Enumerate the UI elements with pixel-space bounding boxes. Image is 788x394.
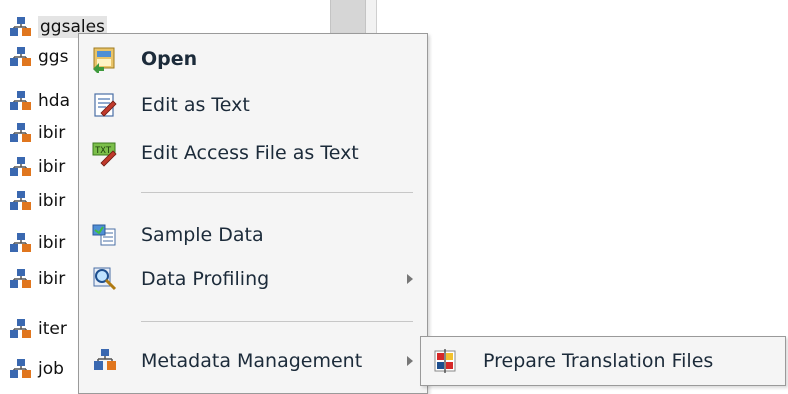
- menu-item-label: Open: [141, 48, 198, 70]
- menu-item-edit-as-text[interactable]: Edit as Text: [79, 85, 427, 125]
- menu-item-label: Data Profiling: [141, 268, 270, 290]
- tree-item-label: ibir: [38, 191, 66, 211]
- tree-item-label: ibir: [38, 233, 66, 253]
- synonym-node-icon: [8, 122, 34, 144]
- tree-item-label: ggs: [38, 47, 69, 67]
- tree-item[interactable]: ggs: [8, 42, 68, 72]
- synonym-node-icon: [8, 90, 34, 112]
- menu-item-label: Prepare Translation Files: [483, 350, 714, 372]
- synonym-node-icon: [8, 318, 34, 340]
- menu-item-label: Edit as Text: [141, 94, 250, 116]
- synonym-node-icon: [8, 232, 34, 254]
- sample-data-icon: [91, 221, 119, 249]
- menu-item-metadata-management[interactable]: Metadata Management: [79, 341, 427, 381]
- edit-text-icon: [91, 91, 119, 119]
- metadata-icon: [91, 347, 119, 375]
- tree-item[interactable]: iter: [8, 314, 67, 344]
- menu-item-open[interactable]: Open: [79, 39, 427, 79]
- tree-item[interactable]: ibir: [8, 264, 65, 294]
- menu-item-prepare-translation-files[interactable]: Prepare Translation Files: [421, 337, 785, 385]
- tree-item[interactable]: ibir: [8, 152, 65, 182]
- tree-item[interactable]: ibir: [8, 118, 65, 148]
- submenu-arrow-icon: [407, 356, 413, 366]
- tree-item-label: ibir: [38, 123, 66, 143]
- synonym-node-icon: [8, 190, 34, 212]
- metadata-submenu: Prepare Translation Files: [420, 336, 786, 386]
- data-profiling-icon: [91, 265, 119, 293]
- tree-item[interactable]: ibir: [8, 186, 65, 216]
- edit-access-file-icon: TXT: [91, 139, 119, 167]
- menu-item-label: Sample Data: [141, 224, 264, 246]
- menu-item-edit-access-file[interactable]: TXT Edit Access File as Text: [79, 133, 427, 173]
- tree-item[interactable]: job: [8, 354, 64, 384]
- translation-icon: [431, 347, 459, 375]
- submenu-arrow-icon: [407, 274, 413, 284]
- synonym-node-icon: [8, 268, 34, 290]
- menu-separator: [141, 321, 413, 322]
- tree-item-label: job: [38, 359, 64, 379]
- synonym-node-icon: [8, 46, 34, 68]
- open-icon: [91, 45, 119, 75]
- tree-item-label: ibir: [38, 157, 66, 177]
- menu-item-sample-data[interactable]: Sample Data: [79, 215, 427, 255]
- synonym-node-icon: [8, 16, 34, 38]
- tree-item-label: ibir: [38, 269, 66, 289]
- menu-item-label: Edit Access File as Text: [141, 142, 359, 164]
- menu-item-data-profiling[interactable]: Data Profiling: [79, 259, 427, 299]
- synonym-node-icon: [8, 156, 34, 178]
- menu-separator: [141, 192, 413, 193]
- menu-item-label: Metadata Management: [141, 350, 363, 372]
- tree-item-label: iter: [38, 319, 67, 339]
- tree-item[interactable]: ibir: [8, 228, 65, 258]
- tree-item-label: hda: [38, 91, 70, 111]
- tree-item[interactable]: hda: [8, 86, 70, 116]
- synonym-node-icon: [8, 358, 34, 380]
- context-menu: Open Edit as Text TXT Edit Access File a…: [78, 33, 428, 394]
